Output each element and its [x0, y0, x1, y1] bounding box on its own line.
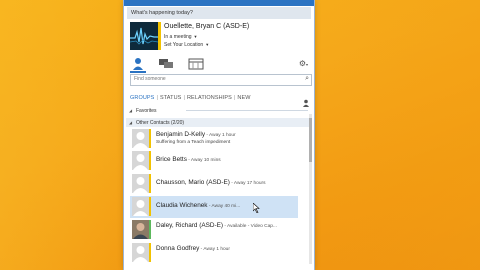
contact-name: Brice Betts - Away 10 mins — [156, 156, 221, 163]
tab-contacts[interactable] — [130, 57, 146, 73]
tab-meetings[interactable] — [188, 57, 204, 71]
person-placeholder-icon — [132, 129, 149, 148]
contact-filters: GROUPS | STATUS | RELATIONSHIPS | NEW — [130, 95, 251, 101]
contact-row[interactable]: Brice Betts - Away 10 mins — [130, 150, 298, 172]
contact-avatar — [132, 197, 149, 216]
chevron-down-icon: ◢ — [129, 120, 133, 125]
location-label: Set Your Location — [164, 42, 204, 48]
meetings-icon — [188, 58, 204, 70]
contacts-icon — [133, 58, 143, 70]
scrollbar-thumb[interactable] — [309, 118, 312, 162]
contact-row[interactable]: Daley, Richard (ASD-E) - Available - Vid… — [130, 219, 298, 241]
person-placeholder-icon — [132, 243, 149, 262]
filter-groups[interactable]: GROUPS — [130, 95, 154, 101]
location-dropdown[interactable]: Set Your Location ▼ — [164, 42, 209, 48]
my-avatar[interactable] — [130, 22, 158, 50]
contact-name: Donna Godfrey - Away 1 hour — [156, 245, 230, 252]
contact-name: Benjamin D-Kelly - Away 1 hour — [156, 131, 236, 138]
contact-avatar — [132, 151, 149, 170]
contact-row[interactable]: Benjamin D-Kelly - Away 1 hour Suffering… — [130, 128, 298, 150]
presence-bar — [149, 243, 151, 262]
my-name: Ouellette, Bryan C (ASD-E) — [164, 23, 250, 30]
contact-name: Daley, Richard (ASD-E) - Available - Vid… — [156, 222, 277, 229]
group-label: Favorites — [136, 108, 157, 114]
presence-bar — [149, 174, 151, 193]
conversations-icon — [159, 59, 173, 68]
chevron-down-icon: ◢ — [129, 108, 133, 113]
options-gear-icon[interactable]: ⚙▾ — [299, 59, 308, 68]
contact-avatar — [132, 174, 149, 193]
chevron-down-icon: ▼ — [205, 42, 210, 47]
person-placeholder-icon — [132, 174, 149, 193]
presence-bar — [149, 197, 151, 216]
chevron-down-icon: ▼ — [193, 34, 198, 39]
desktop-glare — [0, 0, 120, 270]
filter-new[interactable]: NEW — [237, 95, 250, 101]
presence-bar — [149, 129, 151, 148]
contact-avatar — [132, 220, 149, 239]
window-title-bar[interactable] — [124, 0, 314, 6]
group-divider — [186, 110, 308, 111]
tab-conversations[interactable] — [158, 57, 174, 71]
search-placeholder: Find someone — [134, 76, 166, 82]
contact-note: Suffering from a Teach impediment — [156, 140, 231, 145]
my-status-dropdown[interactable]: In a meeting ▼ — [164, 34, 198, 40]
add-contact-icon[interactable] — [302, 94, 310, 107]
filter-status[interactable]: STATUS — [160, 95, 181, 101]
presence-bar — [149, 220, 151, 239]
desktop-shade — [330, 0, 480, 270]
person-placeholder-icon — [132, 197, 149, 216]
my-status-label: In a meeting — [164, 34, 192, 40]
view-tabs: ⚙▾ — [124, 55, 314, 75]
contact-name: Claudia Wichenek - Away 40 mi... — [156, 202, 241, 209]
group-favorites[interactable]: ◢ Favorites — [126, 106, 312, 115]
lync-main-window: What's happening today? Ouellette, Bryan… — [124, 0, 314, 270]
person-placeholder-icon — [132, 151, 149, 170]
presence-bar — [149, 151, 151, 170]
search-input[interactable]: Find someone ⌕ — [130, 74, 312, 86]
contact-avatar — [132, 243, 149, 262]
group-other-contacts[interactable]: ◢ Other Contacts (2/20) — [126, 118, 312, 127]
contact-row[interactable]: Chausson, Mario (ASD-E) - Away 17 hours — [130, 173, 298, 195]
contact-row-selected[interactable]: Claudia Wichenek - Away 40 mi... — [130, 196, 298, 218]
search-icon: ⌕ — [305, 75, 309, 82]
my-presence-bar — [158, 22, 161, 50]
group-label: Other Contacts (2/20) — [136, 120, 185, 126]
filter-relationships[interactable]: RELATIONSHIPS — [187, 95, 232, 101]
contact-row[interactable]: Donna Godfrey - Away 1 hour — [130, 242, 298, 264]
contact-avatar — [132, 129, 149, 148]
my-profile: Ouellette, Bryan C (ASD-E) In a meeting ▼… — [124, 22, 314, 52]
person-photo — [132, 220, 149, 239]
contact-name: Chausson, Mario (ASD-E) - Away 17 hours — [156, 179, 266, 186]
whats-happening-field[interactable]: What's happening today? — [127, 7, 311, 19]
contacts-scrollbar[interactable] — [309, 114, 312, 264]
